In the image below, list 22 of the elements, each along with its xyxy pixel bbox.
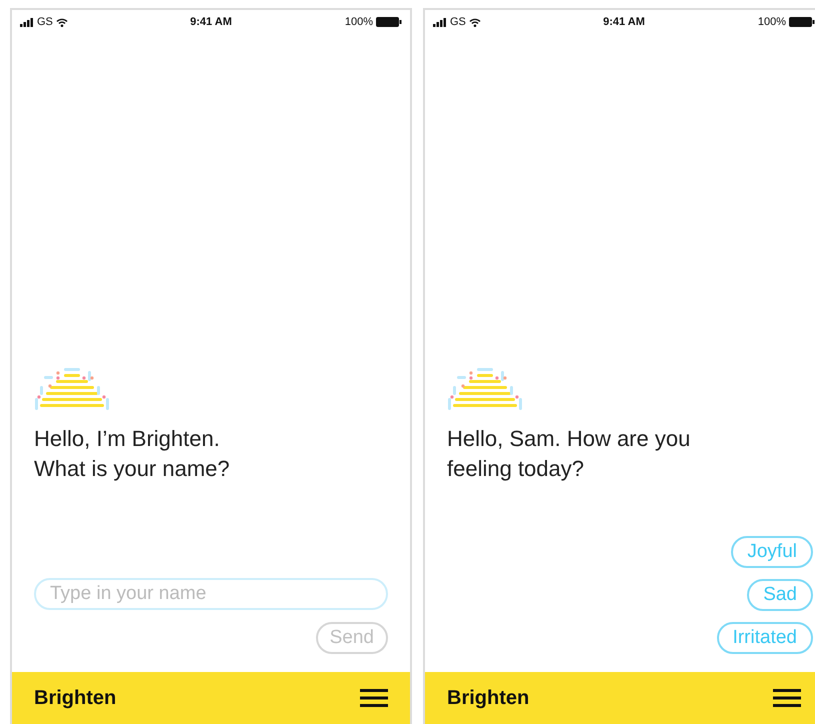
mood-option-button[interactable]: Sad	[747, 579, 813, 611]
mood-option-button[interactable]: Irritated	[716, 622, 813, 654]
battery-icon	[376, 17, 402, 27]
battery-percent: 100%	[344, 14, 373, 30]
mood-option-button[interactable]: Joyful	[731, 536, 813, 568]
battery-icon	[789, 17, 815, 27]
menu-icon[interactable]	[360, 688, 388, 708]
carrier-name: GS	[450, 14, 466, 30]
chat-message: Hello, I’m Brighten. What is your name?	[33, 425, 231, 483]
wifi-icon	[56, 18, 68, 26]
signal-icon	[433, 18, 447, 26]
clock-time: 9:41 AM	[603, 14, 645, 30]
carrier-name: GS	[37, 14, 53, 30]
app-title: Brighten	[34, 686, 116, 711]
wifi-icon	[468, 18, 481, 26]
name-input-field[interactable]: Type in your name	[34, 578, 388, 610]
chat-message: Hello, Sam. How are you feeling today?	[446, 425, 692, 483]
clock-time: 9:41 AM	[190, 14, 232, 30]
battery-percent: 100%	[758, 14, 786, 30]
menu-icon[interactable]	[773, 688, 801, 708]
signal-icon	[20, 18, 34, 26]
app-title: Brighten	[447, 686, 530, 711]
